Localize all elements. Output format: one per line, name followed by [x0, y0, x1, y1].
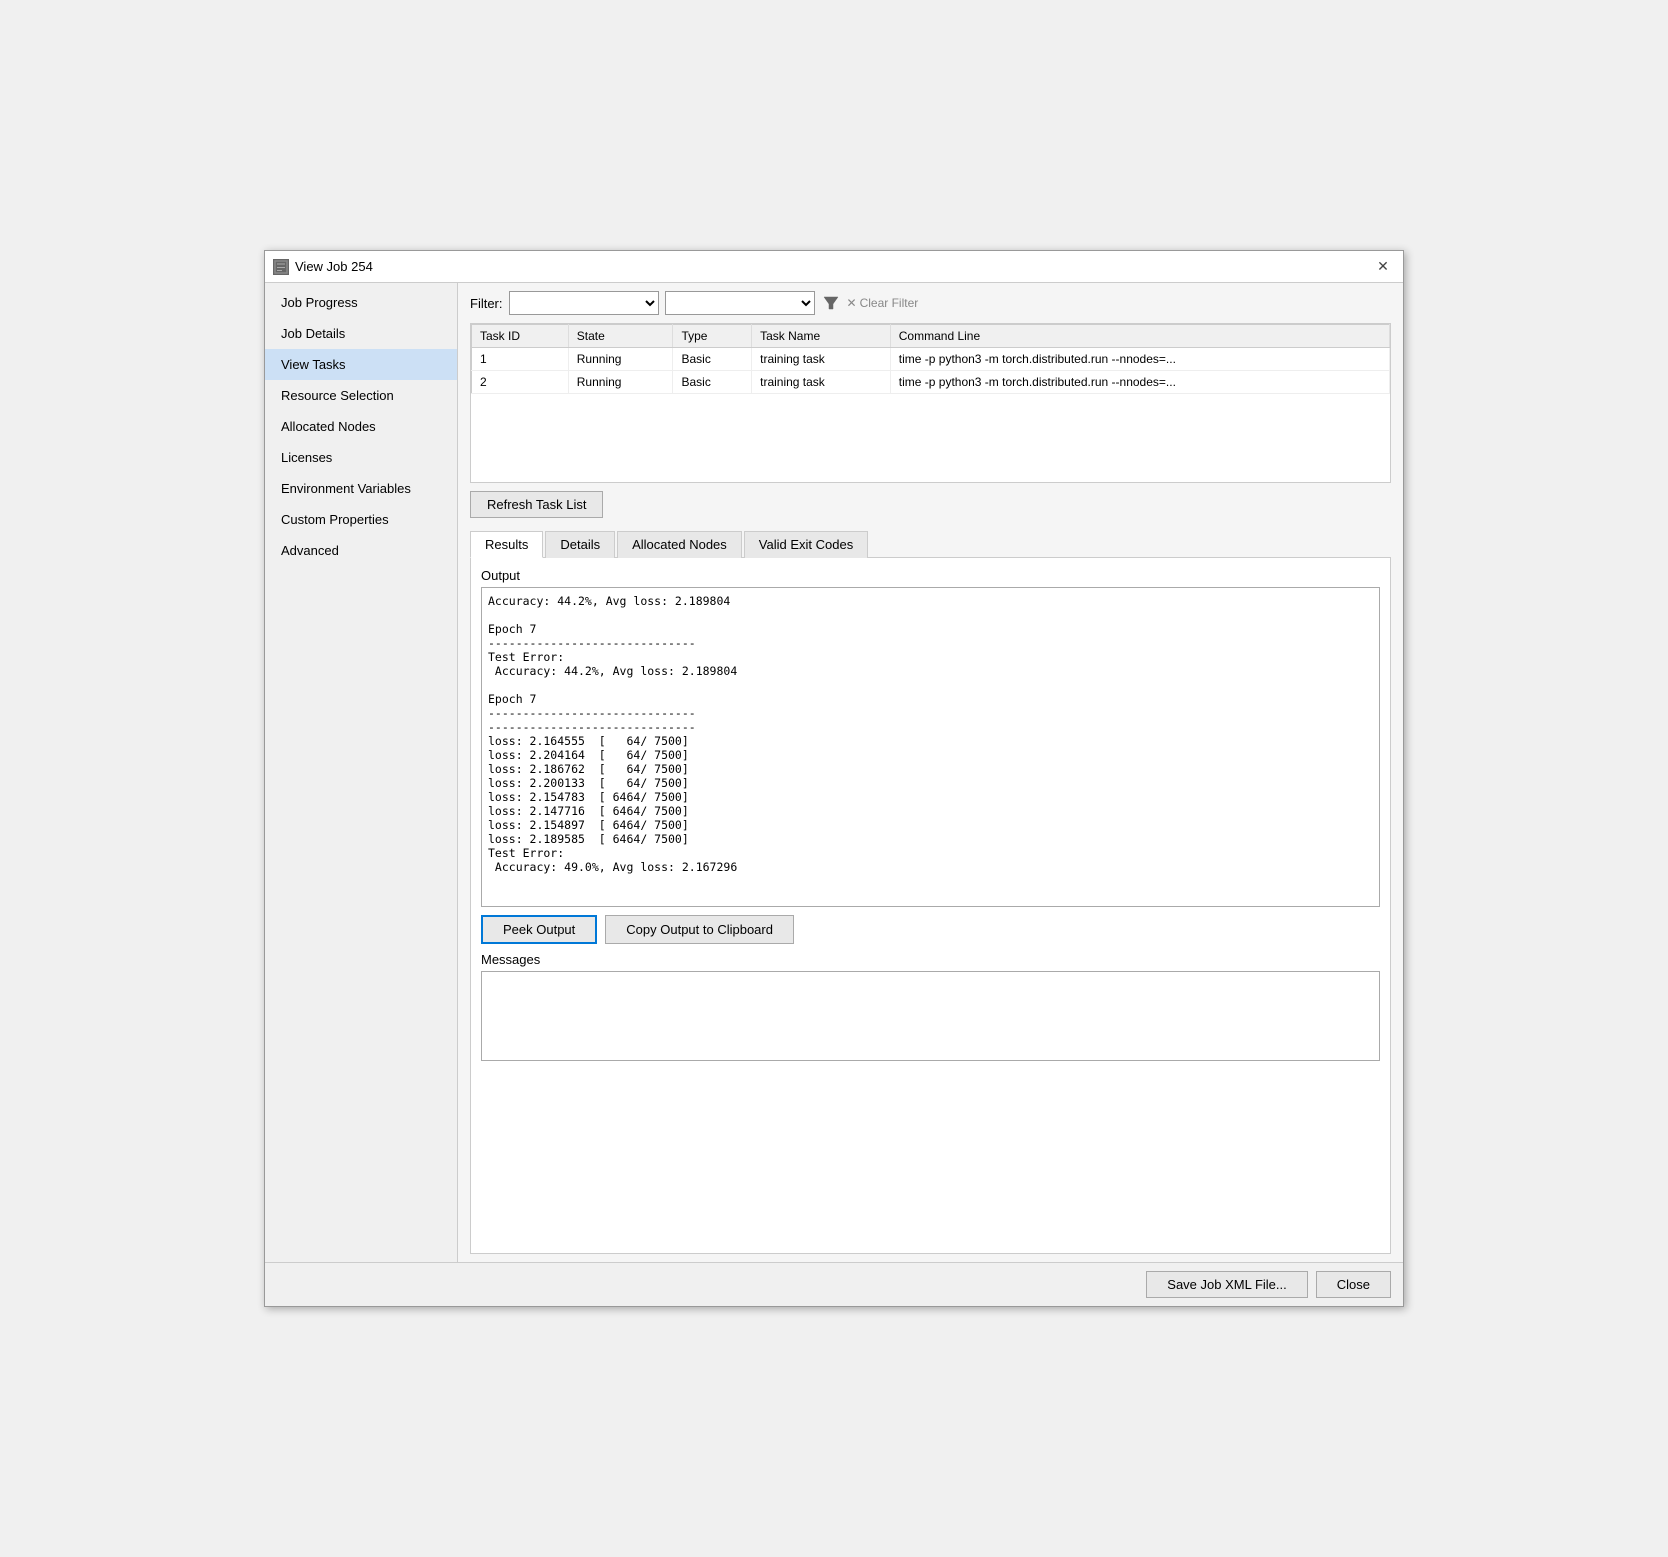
table-row[interactable]: 2 Running Basic training task time -p py…	[472, 371, 1390, 394]
tab-allocated-nodes[interactable]: Allocated Nodes	[617, 531, 742, 558]
sidebar-item-job-progress[interactable]: Job Progress	[265, 287, 457, 318]
tab-valid-exit-codes[interactable]: Valid Exit Codes	[744, 531, 868, 558]
save-job-xml-button[interactable]: Save Job XML File...	[1146, 1271, 1307, 1298]
sidebar-item-allocated-nodes[interactable]: Allocated Nodes	[265, 411, 457, 442]
copy-output-button[interactable]: Copy Output to Clipboard	[605, 915, 794, 944]
output-text: Accuracy: 44.2%, Avg loss: 2.189804 Epoc…	[481, 587, 1380, 907]
main-content: Job Progress Job Details View Tasks Reso…	[265, 283, 1403, 1262]
clear-filter-x-icon: ✕	[847, 296, 857, 310]
filter-dropdown-2[interactable]	[665, 291, 815, 315]
cell-state: Running	[568, 371, 673, 394]
table-row[interactable]: 1 Running Basic training task time -p py…	[472, 348, 1390, 371]
cell-task-id: 1	[472, 348, 569, 371]
window-title: View Job 254	[295, 259, 373, 274]
refresh-task-list-button[interactable]: Refresh Task List	[470, 491, 603, 518]
table-header-row: Task ID State Type Task Name Command Lin…	[472, 325, 1390, 348]
clear-filter-label: Clear Filter	[860, 296, 919, 310]
output-label: Output	[481, 568, 1380, 583]
col-header-type: Type	[673, 325, 752, 348]
close-button[interactable]: Close	[1316, 1271, 1391, 1298]
tab-content: Output Accuracy: 44.2%, Avg loss: 2.1898…	[470, 558, 1391, 1254]
right-panel: Filter: ✕ Clear Filter	[458, 283, 1403, 1262]
filter-dropdown-1[interactable]	[509, 291, 659, 315]
sidebar: Job Progress Job Details View Tasks Reso…	[265, 283, 458, 1262]
col-header-command-line: Command Line	[890, 325, 1389, 348]
cell-type: Basic	[673, 371, 752, 394]
output-buttons: Peek Output Copy Output to Clipboard	[481, 915, 1380, 944]
task-table-wrap: Task ID State Type Task Name Command Lin…	[470, 323, 1391, 483]
footer: Save Job XML File... Close	[265, 1262, 1403, 1306]
cell-state: Running	[568, 348, 673, 371]
cell-task-name: training task	[752, 371, 891, 394]
filter-bar: Filter: ✕ Clear Filter	[470, 291, 1391, 315]
sidebar-item-advanced[interactable]: Advanced	[265, 535, 457, 566]
sidebar-item-custom-properties[interactable]: Custom Properties	[265, 504, 457, 535]
top-section: Filter: ✕ Clear Filter	[458, 283, 1403, 530]
title-bar-left: View Job 254	[273, 259, 373, 275]
window-close-button[interactable]: ✕	[1371, 255, 1395, 279]
cell-command-line: time -p python3 -m torch.distributed.run…	[890, 371, 1389, 394]
sidebar-item-licenses[interactable]: Licenses	[265, 442, 457, 473]
tabs-bar: Results Details Allocated Nodes Valid Ex…	[470, 530, 1391, 558]
task-table: Task ID State Type Task Name Command Lin…	[471, 324, 1390, 394]
filter-label: Filter:	[470, 296, 503, 311]
col-header-state: State	[568, 325, 673, 348]
messages-label: Messages	[481, 952, 1380, 967]
clear-filter-button[interactable]: ✕ Clear Filter	[847, 296, 919, 310]
col-header-task-id: Task ID	[472, 325, 569, 348]
cell-type: Basic	[673, 348, 752, 371]
cell-task-name: training task	[752, 348, 891, 371]
bottom-section: Results Details Allocated Nodes Valid Ex…	[458, 530, 1403, 1262]
title-bar: View Job 254 ✕	[265, 251, 1403, 283]
tab-results[interactable]: Results	[470, 531, 543, 558]
sidebar-item-environment-variables[interactable]: Environment Variables	[265, 473, 457, 504]
peek-output-button[interactable]: Peek Output	[481, 915, 597, 944]
cell-task-id: 2	[472, 371, 569, 394]
tab-details[interactable]: Details	[545, 531, 615, 558]
sidebar-item-job-details[interactable]: Job Details	[265, 318, 457, 349]
messages-area	[481, 971, 1380, 1061]
sidebar-item-view-tasks[interactable]: View Tasks	[265, 349, 457, 380]
main-window: View Job 254 ✕ Job Progress Job Details …	[264, 250, 1404, 1307]
col-header-task-name: Task Name	[752, 325, 891, 348]
window-icon	[273, 259, 289, 275]
sidebar-item-resource-selection[interactable]: Resource Selection	[265, 380, 457, 411]
cell-command-line: time -p python3 -m torch.distributed.run…	[890, 348, 1389, 371]
filter-icon	[821, 293, 841, 313]
